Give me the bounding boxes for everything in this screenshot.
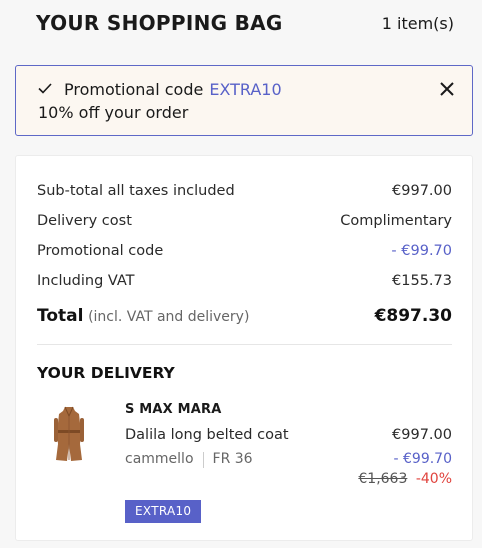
product-size: FR 36 bbox=[212, 451, 253, 467]
summary-label: Including VAT bbox=[37, 273, 135, 289]
summary-row-vat: Including VAT €155.73 bbox=[37, 266, 452, 296]
product-brand: S MAX MARA bbox=[125, 402, 222, 417]
total-note: (incl. VAT and delivery) bbox=[88, 309, 250, 325]
order-summary-card: Sub-total all taxes included €997.00 Del… bbox=[15, 155, 473, 541]
delivery-title: YOUR DELIVERY bbox=[37, 364, 175, 382]
page-title: YOUR SHOPPING BAG bbox=[36, 11, 283, 35]
bag-header: YOUR SHOPPING BAG 1 item(s) bbox=[36, 8, 454, 38]
summary-value: - €99.70 bbox=[391, 243, 452, 259]
product-variant: cammello FR 36 bbox=[125, 451, 253, 468]
product-name[interactable]: Dalila long belted coat bbox=[125, 427, 289, 443]
summary-row-subtotal: Sub-total all taxes included €997.00 bbox=[37, 176, 452, 206]
promo-code: EXTRA10 bbox=[209, 79, 282, 99]
product-image[interactable] bbox=[54, 404, 84, 464]
price-summary: Sub-total all taxes included €997.00 Del… bbox=[37, 176, 452, 334]
summary-value: €997.00 bbox=[392, 183, 452, 199]
item-count: 1 item(s) bbox=[381, 13, 454, 33]
check-icon bbox=[38, 80, 58, 98]
percent-off: -40% bbox=[415, 471, 452, 487]
original-price: €1,663 bbox=[358, 471, 408, 487]
product-price: €997.00 bbox=[392, 427, 452, 443]
product-discount: - €99.70 bbox=[393, 451, 453, 467]
summary-label: Delivery cost bbox=[37, 213, 132, 229]
total-label: Total bbox=[37, 306, 84, 326]
variant-separator bbox=[202, 452, 204, 468]
divider bbox=[37, 344, 452, 345]
promo-description: 10% off your order bbox=[38, 103, 189, 122]
summary-label: Sub-total all taxes included bbox=[37, 183, 235, 199]
summary-value: €155.73 bbox=[392, 273, 452, 289]
promo-badge: EXTRA10 bbox=[125, 500, 202, 523]
summary-row-total: Total (incl. VAT and delivery) €897.30 bbox=[37, 298, 452, 334]
summary-row-delivery: Delivery cost Complimentary bbox=[37, 206, 452, 236]
summary-value: Complimentary bbox=[340, 213, 452, 229]
close-icon[interactable] bbox=[440, 77, 454, 102]
total-label-group: Total (incl. VAT and delivery) bbox=[37, 306, 249, 326]
product-color: cammello bbox=[125, 451, 194, 467]
summary-label: Promotional code bbox=[37, 243, 164, 259]
promo-banner: Promotional code EXTRA10 10% off your or… bbox=[15, 65, 473, 136]
promo-label: Promotional code bbox=[64, 79, 204, 99]
total-value: €897.30 bbox=[374, 306, 452, 326]
product-original-price: €1,663 -40% bbox=[358, 471, 452, 487]
promo-row: Promotional code EXTRA10 bbox=[38, 77, 456, 101]
summary-row-promo: Promotional code - €99.70 bbox=[37, 236, 452, 266]
